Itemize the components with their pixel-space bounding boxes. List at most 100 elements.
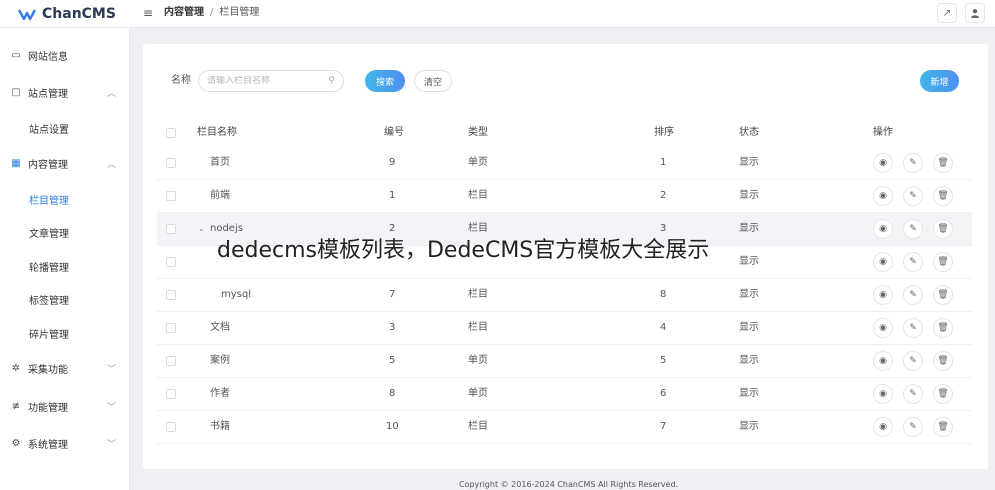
row-checkbox[interactable] [166, 158, 176, 168]
cell-name: 案例 [210, 355, 230, 366]
user-icon[interactable] [965, 3, 985, 23]
sidebar-item-article-manage[interactable]: 文章管理 [0, 221, 130, 243]
delete-icon[interactable]: 🗑 [933, 219, 953, 239]
cell-status: 显示 [739, 190, 759, 201]
sidebar-item-label: 标签管理 [29, 295, 69, 307]
add-button[interactable]: 新增 [920, 70, 959, 92]
sidebar-item-feature-manage[interactable]: ≢ 功能管理 ﹀ [0, 395, 130, 417]
cell-name: 首页 [210, 157, 230, 168]
sidebar-item-column-manage[interactable]: 栏目管理 [0, 188, 130, 210]
chevron-down-icon[interactable]: ⌄ [198, 223, 205, 235]
breadcrumb: 内容管理 / 栏目管理 [164, 7, 260, 18]
delete-icon[interactable]: 🗑 [933, 285, 953, 305]
row-checkbox[interactable] [166, 389, 176, 399]
cell-name: mysql [221, 289, 251, 300]
delete-icon[interactable]: 🗑 [933, 384, 953, 404]
view-icon[interactable]: ◉ [873, 186, 893, 206]
edit-icon[interactable]: ✎ [903, 252, 923, 272]
delete-icon[interactable]: 🗑 [933, 417, 953, 437]
cell-status: 显示 [739, 289, 759, 300]
row-checkbox[interactable] [166, 290, 176, 300]
table-row: 作者 8 单页 6 显示 ◉ ✎ 🗑 [157, 378, 972, 411]
delete-icon[interactable]: 🗑 [933, 252, 953, 272]
edit-icon[interactable]: ✎ [903, 153, 923, 173]
column-header-type: 类型 [468, 127, 488, 138]
cell-type: 栏目 [468, 421, 488, 432]
chevron-down-icon: ﹀ [106, 439, 116, 450]
row-checkbox[interactable] [166, 224, 176, 234]
view-icon[interactable]: ◉ [873, 417, 893, 437]
view-icon[interactable]: ◉ [873, 219, 893, 239]
cell-status: 显示 [739, 256, 759, 267]
row-checkbox[interactable] [166, 257, 176, 267]
edit-icon[interactable]: ✎ [903, 417, 923, 437]
edit-icon[interactable]: ✎ [903, 384, 923, 404]
sidebar-item-system-manage[interactable]: ⚙ 系统管理 ﹀ [0, 432, 130, 454]
sidebar-item-label: 轮播管理 [29, 262, 69, 274]
sidebar-item-label: 碎片管理 [29, 329, 69, 341]
cell-status: 显示 [739, 388, 759, 399]
search-field[interactable]: ⚲ [198, 70, 344, 92]
row-checkbox[interactable] [166, 356, 176, 366]
cell-id: 3 [389, 322, 396, 333]
view-icon[interactable]: ◉ [873, 252, 893, 272]
delete-icon[interactable]: 🗑 [933, 153, 953, 173]
app-logo[interactable]: ChanCMS [18, 4, 116, 24]
sidebar-item-site-info[interactable]: ▭ 网站信息 [0, 44, 130, 66]
edit-icon[interactable]: ✎ [903, 285, 923, 305]
delete-icon[interactable]: 🗑 [933, 351, 953, 371]
breadcrumb-item[interactable]: 内容管理 [164, 7, 204, 18]
sidebar-item-tag-manage[interactable]: 标签管理 [0, 288, 130, 310]
row-checkbox[interactable] [166, 191, 176, 201]
edit-icon[interactable]: ✎ [903, 219, 923, 239]
select-all-checkbox[interactable] [166, 128, 176, 138]
row-checkbox[interactable] [166, 323, 176, 333]
edit-icon[interactable]: ✎ [903, 186, 923, 206]
edit-icon[interactable]: ✎ [903, 318, 923, 338]
sidebar-item-label: 功能管理 [28, 402, 68, 414]
table-row: 首页 9 单页 1 显示 ◉ ✎ 🗑 [157, 147, 972, 180]
cell-type: 栏目 [468, 322, 488, 333]
cell-name: 作者 [210, 388, 230, 399]
sidebar-item-label: 采集功能 [28, 364, 68, 376]
search-input[interactable] [207, 76, 329, 86]
view-icon[interactable]: ◉ [873, 318, 893, 338]
chevron-up-icon: ︿ [106, 159, 116, 170]
sidebar-item-content-manage[interactable]: ▦ 内容管理 ︿ [0, 152, 130, 174]
cell-status: 显示 [739, 355, 759, 366]
delete-icon[interactable]: 🗑 [933, 186, 953, 206]
top-bar: ChanCMS ≡ 内容管理 / 栏目管理 ↗ [0, 0, 995, 28]
search-icon[interactable]: ⚲ [328, 76, 335, 86]
cell-name: 书籍 [210, 421, 230, 432]
app-name: ChanCMS [42, 6, 116, 22]
monitor-icon: ▢ [11, 86, 21, 98]
cell-status: 显示 [739, 157, 759, 168]
sidebar-item-site-manage[interactable]: ▢ 站点管理 ︿ [0, 81, 130, 103]
search-button[interactable]: 搜索 [365, 70, 405, 92]
view-icon[interactable]: ◉ [873, 384, 893, 404]
clear-button[interactable]: 清空 [414, 70, 452, 92]
view-icon[interactable]: ◉ [873, 285, 893, 305]
sidebar-item-label: 栏目管理 [29, 195, 69, 207]
sidebar-item-collect[interactable]: ✲ 采集功能 ﹀ [0, 357, 130, 379]
cell-status: 显示 [739, 223, 759, 234]
column-header-actions: 操作 [873, 127, 893, 138]
cell-order: 4 [660, 322, 667, 333]
cell-order: 5 [660, 355, 667, 366]
cell-status: 显示 [739, 421, 759, 432]
sidebar-item-fragment-manage[interactable]: 碎片管理 [0, 322, 130, 344]
sidebar-item-carousel-manage[interactable]: 轮播管理 [0, 255, 130, 277]
view-icon[interactable]: ◉ [873, 153, 893, 173]
menu-icon[interactable]: ≡ [143, 7, 153, 19]
table-row: mysql 7 栏目 8 显示 ◉ ✎ 🗑 [157, 279, 972, 312]
delete-icon[interactable]: 🗑 [933, 318, 953, 338]
edit-icon[interactable]: ✎ [903, 351, 923, 371]
row-checkbox[interactable] [166, 422, 176, 432]
external-link-icon[interactable]: ↗ [937, 3, 957, 23]
cell-id: 2 [389, 223, 396, 234]
sidebar-item-site-settings[interactable]: 站点设置 [0, 117, 130, 139]
view-icon[interactable]: ◉ [873, 351, 893, 371]
cell-type: 栏目 [468, 289, 488, 300]
table-row: 文档 3 栏目 4 显示 ◉ ✎ 🗑 [157, 312, 972, 345]
cell-status: 显示 [739, 322, 759, 333]
